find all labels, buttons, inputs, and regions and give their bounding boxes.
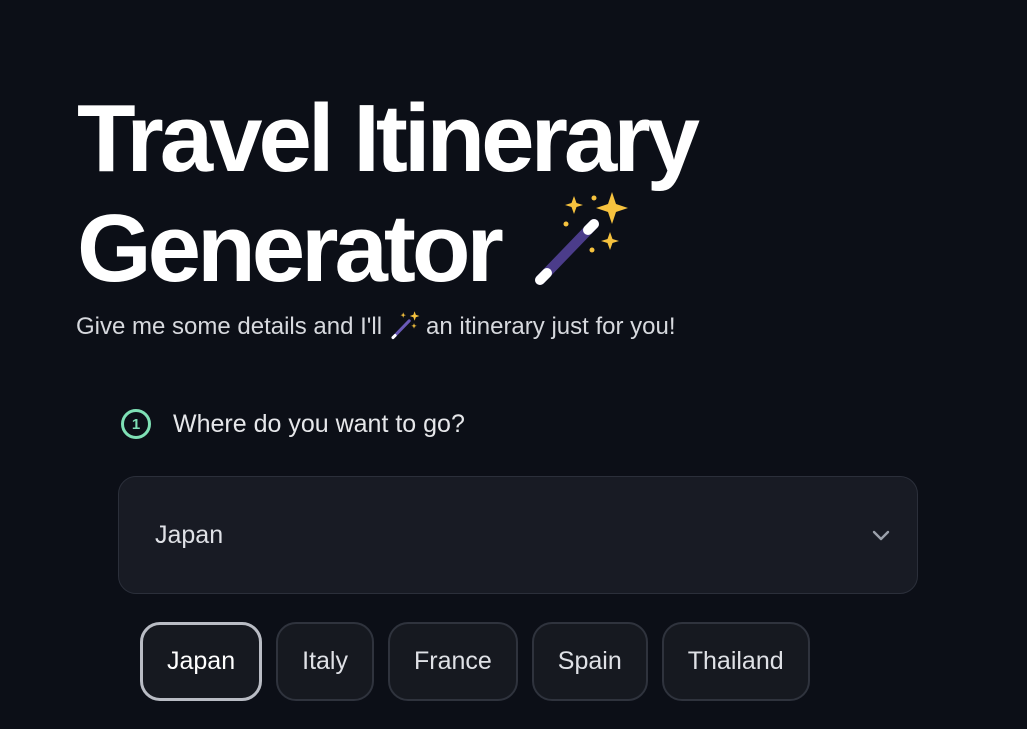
step-number-badge: 1 [121, 409, 151, 439]
chip-italy[interactable]: Italy [276, 622, 374, 701]
subtitle-text-after: an itinerary just for you! [426, 313, 676, 340]
chip-france[interactable]: France [387, 622, 518, 701]
magic-wand-icon [534, 191, 628, 285]
page: Travel Itinerary Generator Give me some … [0, 0, 1027, 729]
chip-thailand[interactable]: Thailand [661, 622, 810, 701]
title-line-2-text: Generator [77, 195, 504, 302]
page-title: Travel Itinerary Generator [77, 84, 700, 306]
magic-wand-icon [391, 311, 420, 340]
chip-japan[interactable]: Japan [140, 622, 263, 701]
title-line-1: Travel Itinerary [77, 85, 700, 192]
step-question: Where do you want to go? [173, 409, 465, 438]
subtitle-text-before: Give me some details and I'll [76, 313, 383, 340]
destination-select-value: Japan [155, 520, 224, 549]
step-1-header: 1 Where do you want to go? [121, 409, 465, 439]
destination-chips: Japan Italy France Spain Thailand [140, 622, 810, 701]
subtitle: Give me some details and I'll an itinera… [76, 310, 676, 343]
title-line-2: Generator [77, 191, 696, 306]
chip-spain[interactable]: Spain [531, 622, 648, 701]
chevron-down-icon [872, 530, 890, 541]
destination-select[interactable]: Japan [118, 476, 918, 594]
